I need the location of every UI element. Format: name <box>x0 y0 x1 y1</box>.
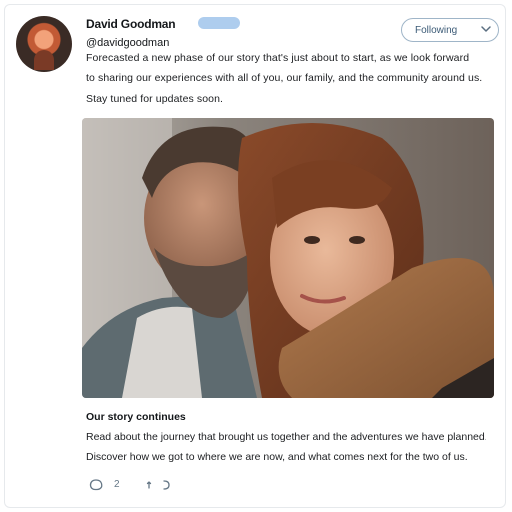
tweet-text-line: to sharing our experiences with all of y… <box>86 72 483 84</box>
display-name[interactable]: David Goodman <box>86 17 176 31</box>
tweet-photo[interactable] <box>82 118 494 398</box>
reply-icon[interactable] <box>89 478 103 492</box>
link-card-description-line: Read about the journey that brought us t… <box>86 431 486 443</box>
tweet-text-line: Stay tuned for updates soon. <box>86 93 224 105</box>
avatar[interactable] <box>16 16 72 72</box>
follow-button-label: Following <box>415 24 458 36</box>
link-card-title[interactable]: Our story continues <box>86 411 186 423</box>
retweet-icon[interactable] <box>146 478 160 492</box>
link-card-description-line: Discover how we got to where we are now,… <box>86 451 468 463</box>
tweet-text-line: Forecasted a new phase of our story that… <box>86 52 470 64</box>
user-handle[interactable]: @davidgoodman <box>86 37 169 49</box>
chevron-down-icon[interactable] <box>479 22 493 36</box>
like-icon[interactable] <box>160 478 174 492</box>
verified-badge <box>198 17 240 29</box>
reply-count: 2 <box>114 479 120 490</box>
